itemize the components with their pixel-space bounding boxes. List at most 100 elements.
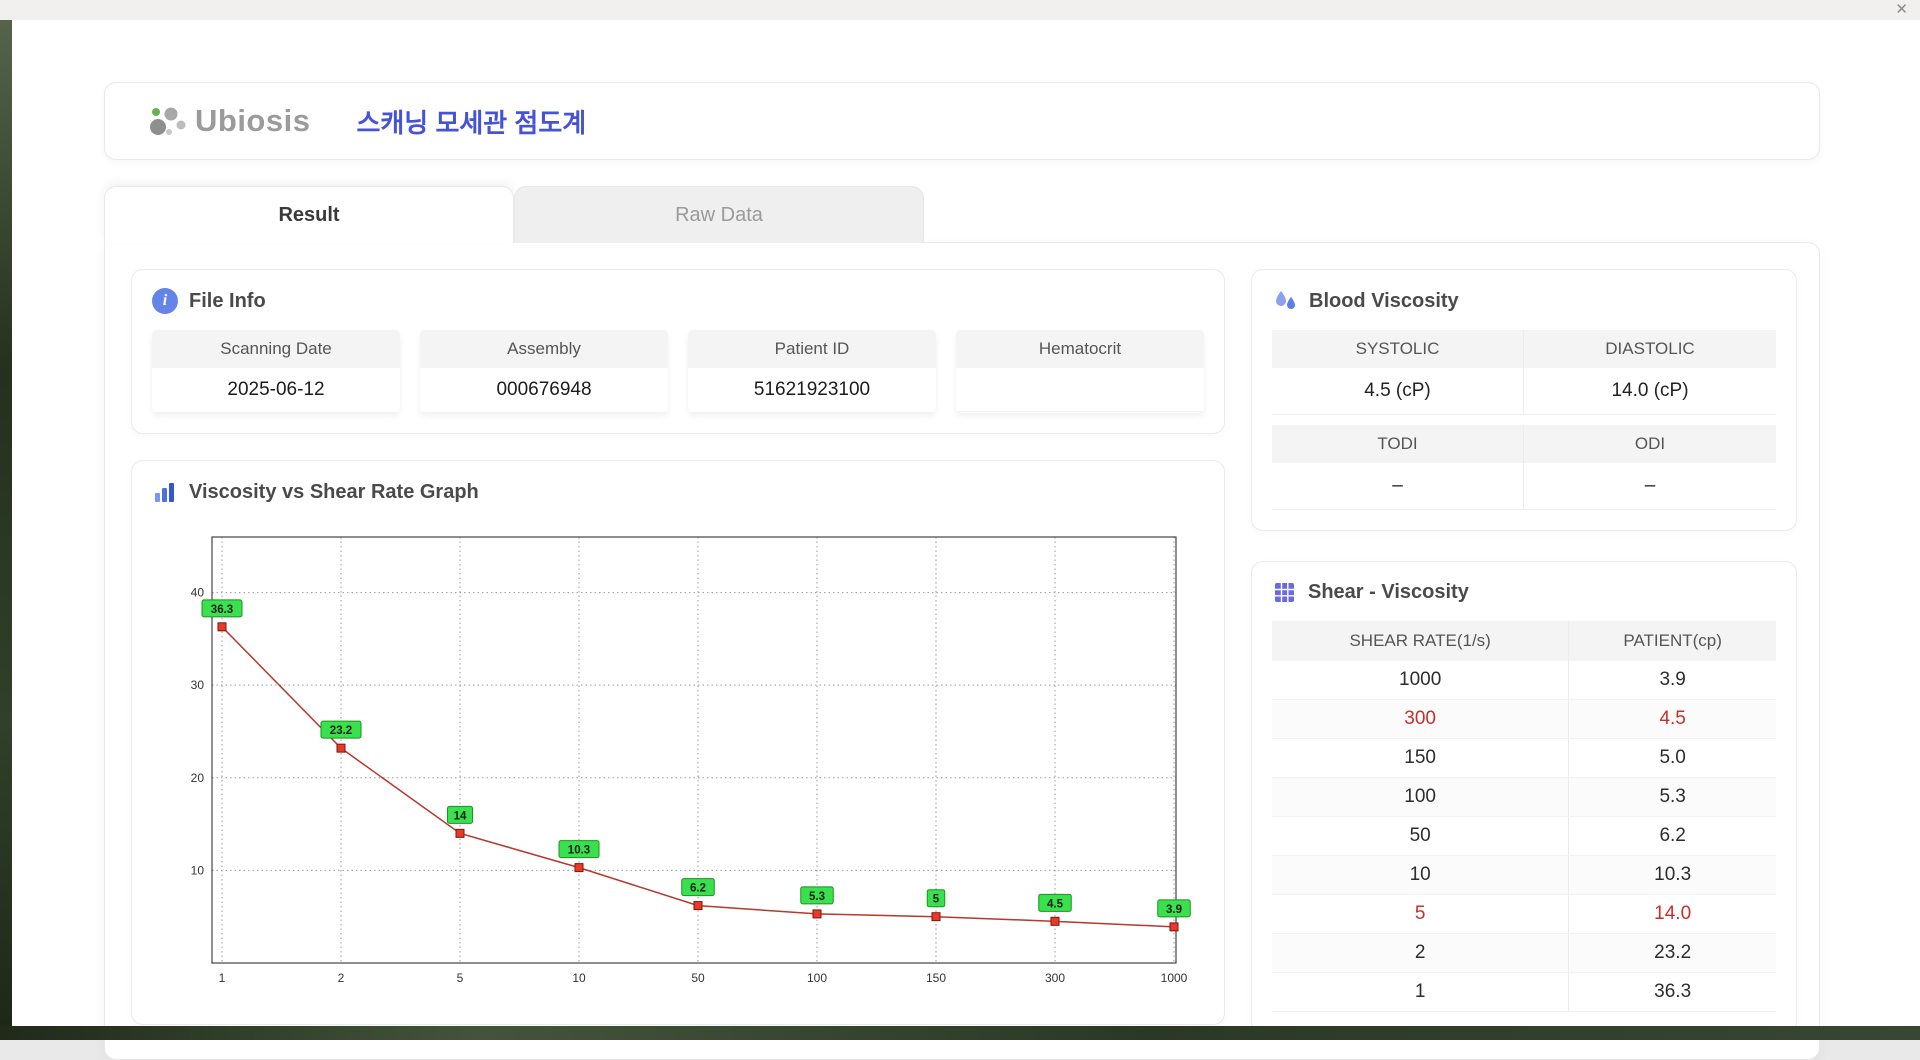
shear-table-row: 10003.9 (1272, 661, 1776, 700)
tab-raw-data[interactable]: Raw Data (514, 186, 924, 243)
patient-viscosity-cell: 5.3 (1569, 778, 1776, 817)
bar-chart-icon (152, 479, 178, 505)
svg-text:100: 100 (807, 971, 827, 985)
blood-viscosity-card: Blood Viscosity SYSTOLIC DIASTOLIC 4.5 (… (1251, 269, 1797, 531)
shear-rate-cell: 100 (1272, 778, 1569, 817)
patient-viscosity-cell: 36.3 (1569, 973, 1776, 1012)
left-column: i File Info Scanning Date 2025-06-12 Ass… (131, 269, 1225, 1033)
svg-text:10.3: 10.3 (568, 845, 590, 857)
field-label: Patient ID (688, 330, 936, 368)
svg-text:1: 1 (219, 971, 226, 985)
patient-viscosity-cell: 3.9 (1569, 661, 1776, 700)
svg-text:1000: 1000 (1161, 971, 1188, 985)
svg-text:5.3: 5.3 (809, 891, 825, 903)
column-header-patient: PATIENT(cp) (1569, 621, 1776, 661)
viscosity-shear-chart: 10 20 30 40 1 2 5 10 50 100 150 300 1000 36.3 23.2 14 10… (164, 521, 1204, 999)
shear-rate-cell: 1 (1272, 973, 1569, 1012)
svg-text:23.2: 23.2 (330, 725, 352, 737)
svg-text:50: 50 (691, 971, 705, 985)
page-title: 스캐닝 모세관 점도계 (356, 103, 586, 140)
svg-text:10: 10 (191, 863, 205, 877)
shear-table-row: 136.3 (1272, 973, 1776, 1012)
svg-text:40: 40 (191, 586, 205, 600)
shear-viscosity-heading: Shear - Viscosity (1308, 581, 1469, 604)
tab-bar: Result Raw Data (104, 186, 1820, 243)
right-column: Blood Viscosity SYSTOLIC DIASTOLIC 4.5 (… (1251, 269, 1797, 1033)
svg-text:14: 14 (454, 810, 467, 822)
shear-table-row: 1505.0 (1272, 739, 1776, 778)
svg-text:6.2: 6.2 (690, 883, 706, 895)
column-header-shear-rate: SHEAR RATE(1/s) (1272, 621, 1569, 661)
blood-viscosity-grid: SYSTOLIC DIASTOLIC 4.5 (cP) 14.0 (cP) TO… (1272, 330, 1776, 510)
shear-table-row: 3004.5 (1272, 700, 1776, 739)
shear-table-row: 1005.3 (1272, 778, 1776, 817)
graph-heading: Viscosity vs Shear Rate Graph (189, 481, 479, 504)
svg-text:30: 30 (191, 678, 205, 692)
shear-rate-cell: 150 (1272, 739, 1569, 778)
result-panel: i File Info Scanning Date 2025-06-12 Ass… (104, 242, 1820, 1060)
logo-leaf-icon (145, 99, 189, 143)
svg-text:150: 150 (926, 971, 946, 985)
field-value: 51621923100 (688, 368, 936, 413)
patient-viscosity-cell: 23.2 (1569, 934, 1776, 973)
viscosity-graph-card: Viscosity vs Shear Rate Graph 10 20 30 40 1 2… (131, 460, 1225, 1025)
desktop-edge-left (0, 20, 12, 1026)
shear-rate-cell: 1000 (1272, 661, 1569, 700)
patient-viscosity-cell: 14.0 (1569, 895, 1776, 934)
odi-label: ODI (1524, 425, 1776, 463)
patient-viscosity-cell: 6.2 (1569, 817, 1776, 856)
close-icon[interactable]: ✕ (1895, 1, 1908, 19)
diastolic-value: 14.0 (cP) (1524, 368, 1776, 415)
odi-value: – (1524, 463, 1776, 510)
field-scanning-date: Scanning Date 2025-06-12 (152, 330, 400, 413)
svg-text:4.5: 4.5 (1047, 898, 1064, 910)
shear-rate-cell: 300 (1272, 700, 1569, 739)
systolic-label: SYSTOLIC (1272, 330, 1524, 368)
svg-text:36.3: 36.3 (211, 604, 233, 616)
shear-viscosity-card: Shear - Viscosity SHEAR RATE(1/s) PATIEN… (1251, 561, 1797, 1033)
shear-rate-cell: 5 (1272, 895, 1569, 934)
svg-text:2: 2 (338, 971, 345, 985)
svg-text:5: 5 (457, 971, 464, 985)
systolic-value: 4.5 (cP) (1272, 368, 1524, 415)
blood-drop-icon (1272, 288, 1298, 314)
logo-text: Ubiosis (195, 103, 310, 139)
desktop-edge-bottom (0, 1026, 1920, 1040)
file-info-fields: Scanning Date 2025-06-12 Assembly 000676… (152, 330, 1204, 413)
app-window: Ubiosis 스캐닝 모세관 점도계 Result Raw Data i Fi… (12, 20, 1920, 1026)
field-value: 000676948 (420, 368, 668, 413)
file-info-card: i File Info Scanning Date 2025-06-12 Ass… (131, 269, 1225, 434)
field-value: 2025-06-12 (152, 368, 400, 413)
shear-table-row: 514.0 (1272, 895, 1776, 934)
field-hematocrit: Hematocrit (956, 330, 1204, 413)
info-icon: i (152, 288, 178, 314)
svg-text:3.9: 3.9 (1166, 904, 1182, 916)
tab-result[interactable]: Result (104, 186, 514, 243)
shear-table-row: 223.2 (1272, 934, 1776, 973)
app-header: Ubiosis 스캐닝 모세관 점도계 (104, 82, 1820, 160)
field-label: Assembly (420, 330, 668, 368)
field-patient-id: Patient ID 51621923100 (688, 330, 936, 413)
field-label: Scanning Date (152, 330, 400, 368)
ubiosis-logo: Ubiosis (145, 99, 310, 143)
todi-value: – (1272, 463, 1524, 510)
patient-viscosity-cell: 5.0 (1569, 739, 1776, 778)
field-label: Hematocrit (956, 330, 1204, 368)
patient-viscosity-cell: 4.5 (1569, 700, 1776, 739)
shear-rate-cell: 2 (1272, 934, 1569, 973)
table-grid-icon (1272, 580, 1297, 605)
shear-table-row: 1010.3 (1272, 856, 1776, 895)
blood-viscosity-heading: Blood Viscosity (1309, 290, 1459, 313)
window-titlebar: ✕ (0, 0, 1920, 20)
field-assembly: Assembly 000676948 (420, 330, 668, 413)
shear-viscosity-table: SHEAR RATE(1/s) PATIENT(cp) 10003.93004.… (1272, 621, 1776, 1012)
field-value (956, 368, 1204, 412)
file-info-heading: File Info (189, 290, 266, 313)
shear-rate-cell: 50 (1272, 817, 1569, 856)
svg-text:10: 10 (572, 971, 586, 985)
diastolic-label: DIASTOLIC (1524, 330, 1776, 368)
shear-rate-cell: 10 (1272, 856, 1569, 895)
svg-text:300: 300 (1045, 971, 1065, 985)
svg-text:5: 5 (933, 894, 940, 906)
svg-text:20: 20 (191, 771, 205, 785)
